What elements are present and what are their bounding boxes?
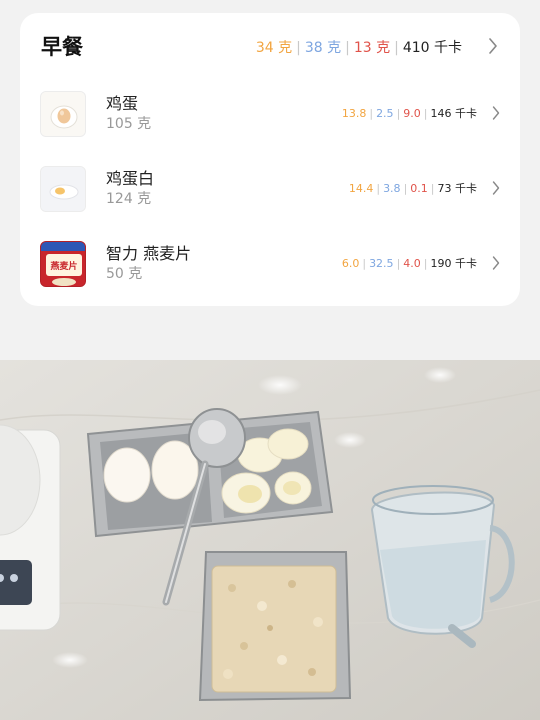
boiled-egg-thumbnail bbox=[40, 91, 86, 137]
oatmeal-package-thumbnail: 燕麦片 bbox=[40, 241, 86, 287]
total-protein: 38 克 bbox=[304, 40, 342, 56]
divider: | bbox=[430, 182, 435, 195]
divider: | bbox=[396, 257, 401, 270]
chevron-right-icon[interactable] bbox=[488, 38, 498, 54]
fat-value: 4.0 bbox=[403, 257, 421, 270]
fat-value: 9.0 bbox=[403, 107, 421, 120]
meal-title: 早餐 bbox=[41, 35, 83, 59]
divider: | bbox=[396, 107, 401, 120]
food-macros: 14.4 | 3.8 | 0.1 | 73 千卡 bbox=[349, 180, 477, 196]
protein-value: 2.5 bbox=[376, 107, 394, 120]
food-name: 鸡蛋白 bbox=[106, 169, 155, 188]
divider: | bbox=[394, 40, 399, 56]
food-macros: 13.8 | 2.5 | 9.0 | 146 千卡 bbox=[342, 105, 477, 121]
meal-totals[interactable]: 34 克 | 38 克 | 13 克 | 410 千卡 bbox=[256, 37, 462, 57]
food-item-oatmeal[interactable]: 燕麦片 智力 燕麦片 50 克 6.0 | 32.5 | 4.0 | 190 千卡 bbox=[20, 241, 520, 301]
food-amount: 124 克 bbox=[106, 191, 152, 207]
food-item-egg[interactable]: 鸡蛋 105 克 13.8 | 2.5 | 9.0 | 146 千卡 bbox=[20, 91, 520, 151]
carbs-value: 6.0 bbox=[341, 257, 360, 270]
total-fat: 13 克 bbox=[353, 40, 391, 56]
chevron-right-icon[interactable] bbox=[492, 106, 500, 120]
meal-photo bbox=[0, 360, 540, 720]
egg-white-thumbnail bbox=[40, 166, 86, 212]
chevron-right-icon[interactable] bbox=[492, 256, 500, 270]
chevron-right-icon[interactable] bbox=[492, 181, 500, 195]
food-item-egg-white[interactable]: 鸡蛋白 124 克 14.4 | 3.8 | 0.1 | 73 千卡 bbox=[20, 166, 520, 226]
meal-card: 早餐 34 克 | 38 克 | 13 克 | 410 千卡 鸡蛋 105 克 13.8 | 2… bbox=[20, 13, 520, 306]
divider: | bbox=[362, 257, 367, 270]
kitchen-scale bbox=[0, 424, 61, 631]
food-macros: 6.0 | 32.5 | 4.0 | 190 千卡 bbox=[342, 255, 477, 271]
carbs-value: 13.8 bbox=[341, 107, 367, 120]
food-amount: 50 克 bbox=[106, 266, 143, 282]
oatmeal-container bbox=[198, 551, 352, 702]
calories-value: 73 千卡 bbox=[437, 182, 478, 195]
divider: | bbox=[376, 182, 381, 195]
carbs-value: 14.4 bbox=[348, 182, 374, 195]
total-carbs: 34 克 bbox=[255, 40, 293, 56]
calories-value: 190 千卡 bbox=[430, 257, 478, 270]
divider: | bbox=[423, 257, 428, 270]
calories-value: 146 千卡 bbox=[430, 107, 478, 120]
food-amount: 105 克 bbox=[106, 116, 152, 132]
food-name: 智力 燕麦片 bbox=[106, 244, 192, 263]
total-calories: 410 千卡 bbox=[402, 40, 462, 56]
divider: | bbox=[345, 40, 350, 56]
divider: | bbox=[403, 182, 408, 195]
food-name: 鸡蛋 bbox=[106, 94, 139, 113]
protein-value: 3.8 bbox=[383, 182, 401, 195]
divider: | bbox=[423, 107, 428, 120]
divider: | bbox=[369, 107, 374, 120]
protein-value: 32.5 bbox=[369, 257, 394, 270]
fat-value: 0.1 bbox=[410, 182, 428, 195]
divider: | bbox=[296, 40, 301, 56]
package-label: 燕麦片 bbox=[50, 260, 77, 272]
